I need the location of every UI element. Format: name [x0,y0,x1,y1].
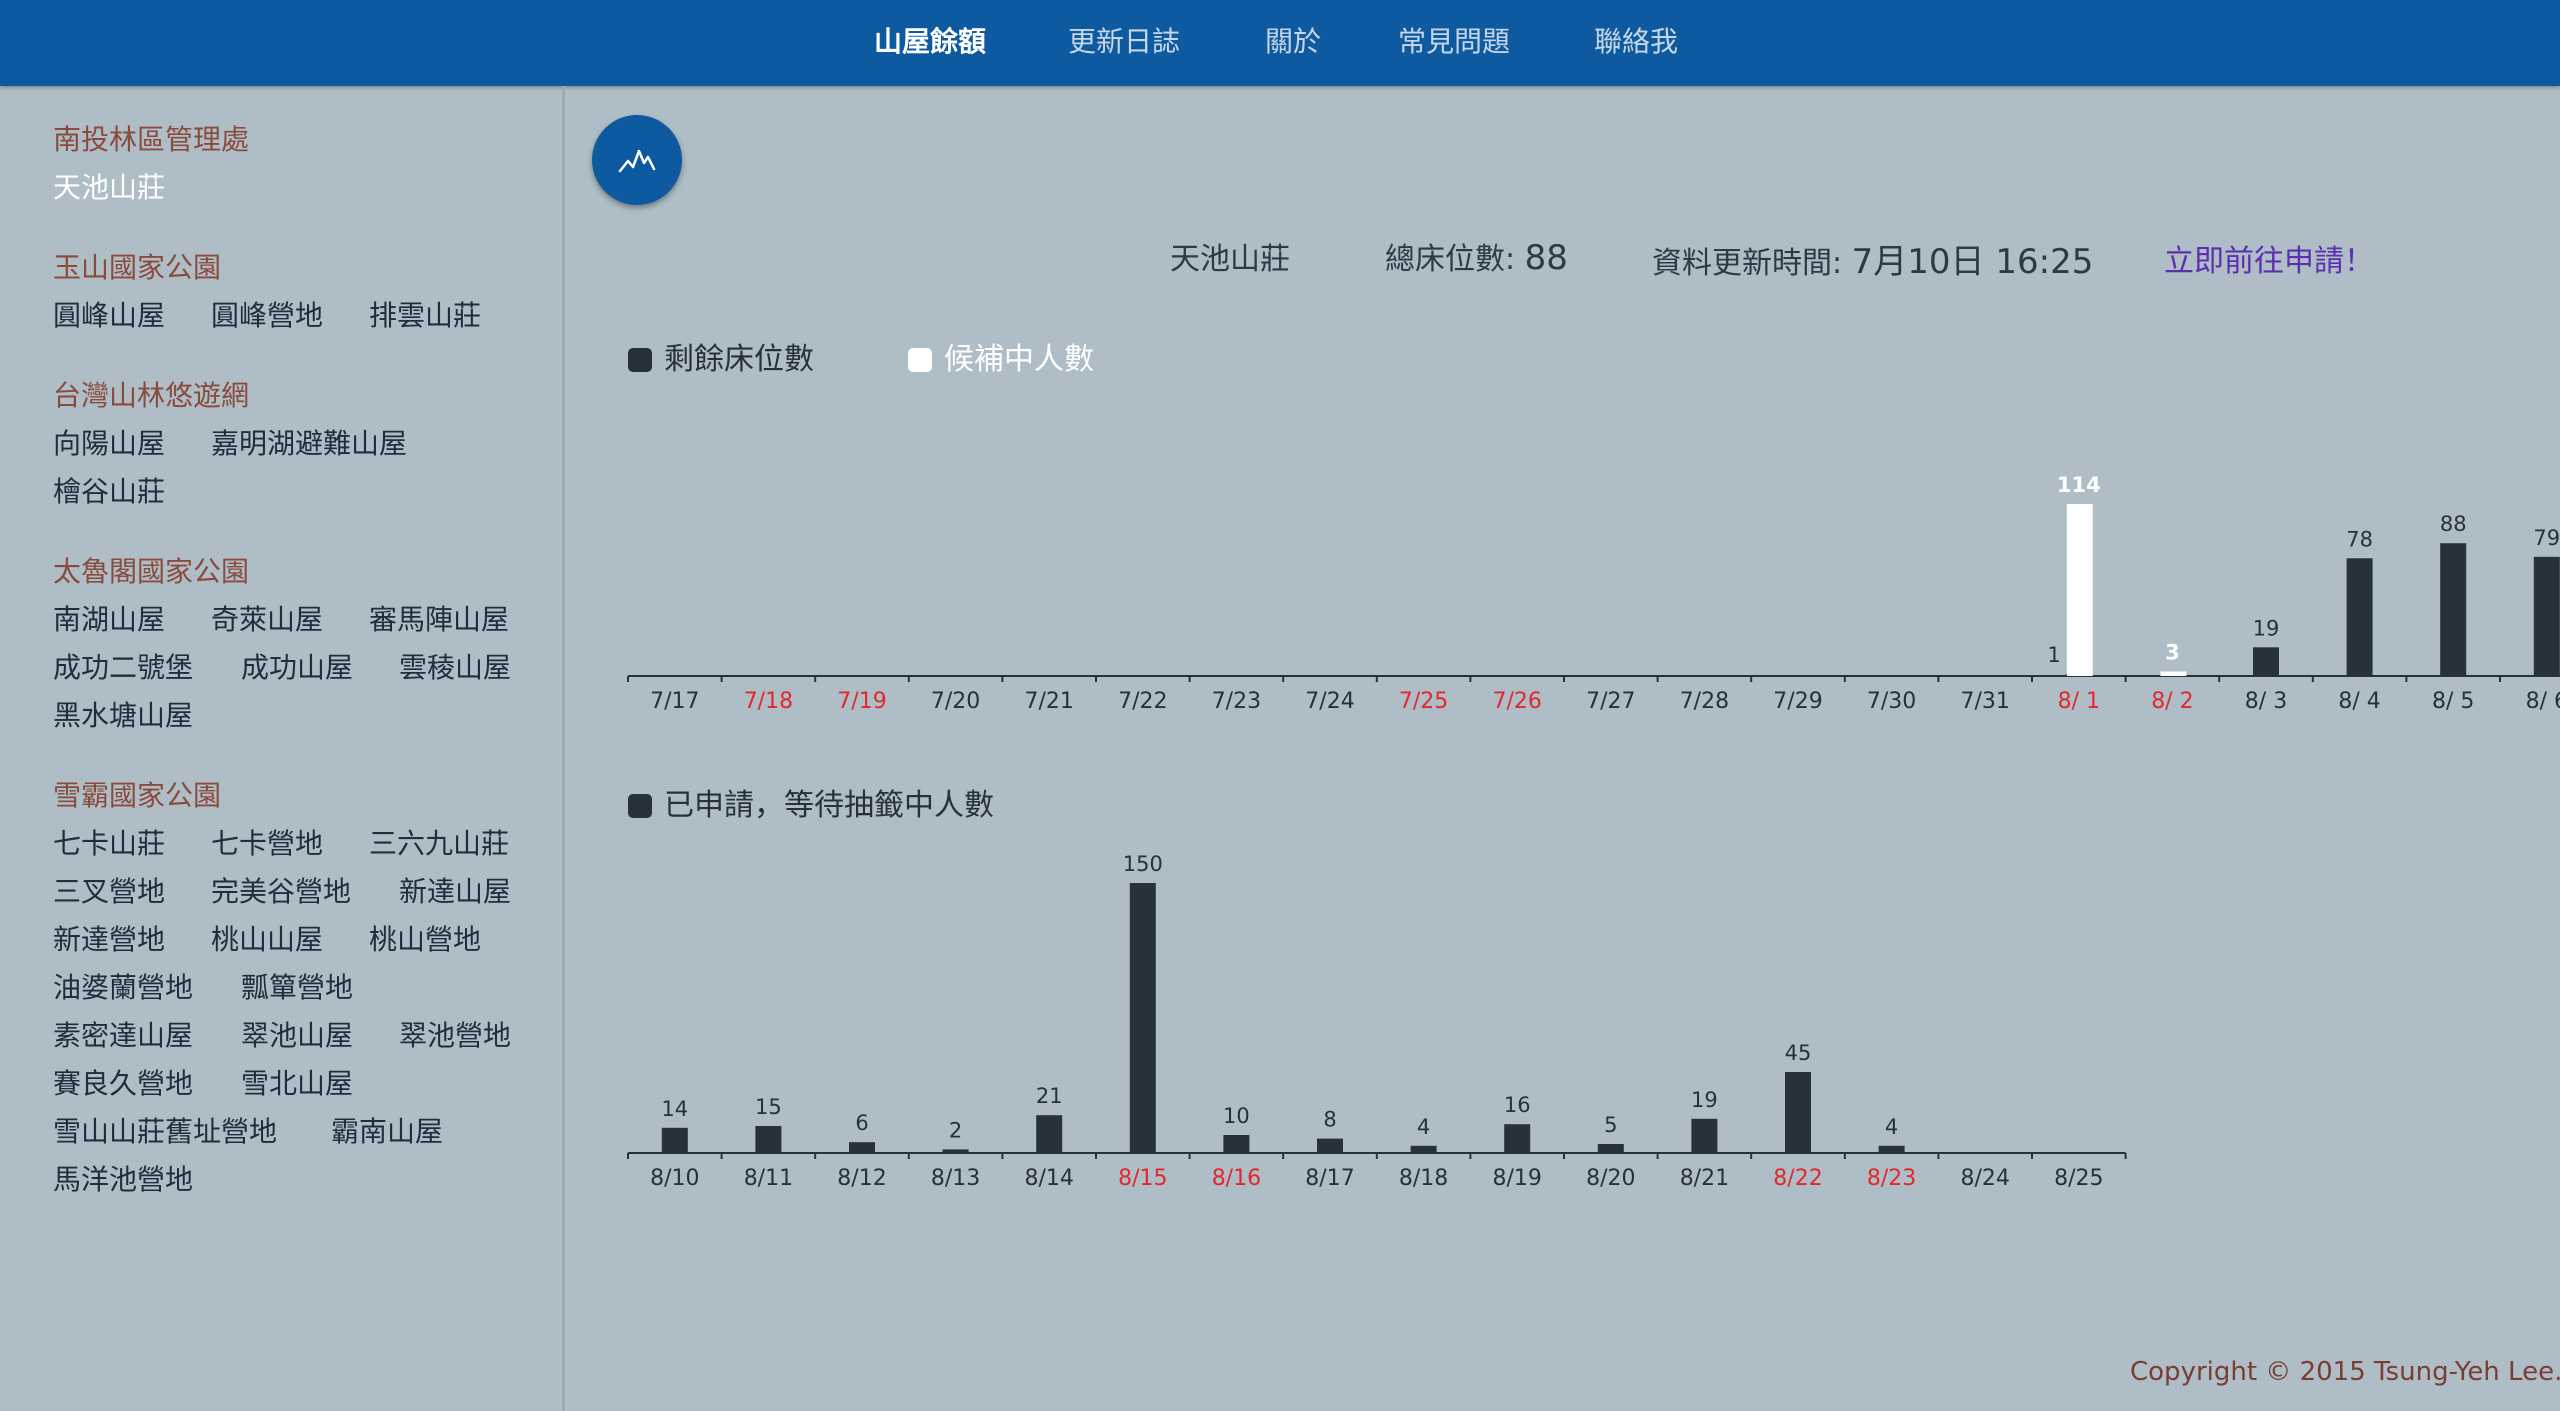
data-label: 6 [855,1111,868,1135]
data-label: 10 [1223,1104,1250,1128]
data-label: 4 [1417,1115,1430,1139]
bar [755,1126,782,1153]
x-tick-label: 8/15 [1118,1166,1167,1191]
x-tick-label: 8/24 [1960,1166,2009,1191]
data-label: 16 [1504,1093,1531,1117]
bar [1785,1072,1811,1153]
data-label: 19 [1691,1088,1718,1112]
x-tick-label: 8/22 [1773,1166,1822,1191]
bar [1036,1115,1063,1153]
bar [942,1149,969,1153]
x-tick-label: 8/19 [1492,1166,1541,1191]
bar [1504,1124,1531,1153]
data-label: 15 [755,1095,782,1119]
data-label: 2 [949,1118,962,1142]
x-tick-label: 8/17 [1305,1166,1354,1191]
data-label: 150 [1123,852,1163,876]
bar [1691,1118,1718,1153]
lottery-applicants-chart: 8/10 14 8/11 15 8/12 6 8/13 2 8/14 21 8/15 150 8/16 1… [627,852,2127,1191]
x-tick-label: 8/13 [931,1166,980,1191]
x-tick-label: 8/11 [744,1166,793,1191]
x-tick-label: 8/16 [1212,1166,1261,1191]
x-tick-label: 8/12 [837,1166,886,1191]
data-label: 4 [1885,1115,1898,1139]
data-label: 5 [1604,1113,1617,1137]
bar [1317,1138,1343,1153]
bar [849,1142,875,1153]
x-tick-label: 8/20 [1586,1166,1635,1191]
bar [1223,1135,1250,1153]
bar [661,1127,688,1153]
bar [1410,1145,1437,1153]
x-tick-label: 8/14 [1024,1166,1073,1191]
data-label: 14 [661,1097,688,1121]
bar [1878,1145,1905,1153]
data-label: 8 [1323,1108,1336,1132]
x-tick-label: 8/23 [1867,1166,1916,1191]
x-tick-label: 8/18 [1399,1166,1448,1191]
bar [1129,883,1156,1153]
data-label: 45 [1785,1041,1812,1065]
bar [1597,1144,1624,1153]
x-tick-label: 8/21 [1680,1166,1729,1191]
x-tick-label: 8/10 [650,1166,699,1191]
x-tick-label: 8/25 [2054,1166,2103,1191]
copyright: Copyright © 2015 Tsung-Yeh Lee. [2130,1357,2560,1387]
data-label: 21 [1036,1084,1063,1108]
